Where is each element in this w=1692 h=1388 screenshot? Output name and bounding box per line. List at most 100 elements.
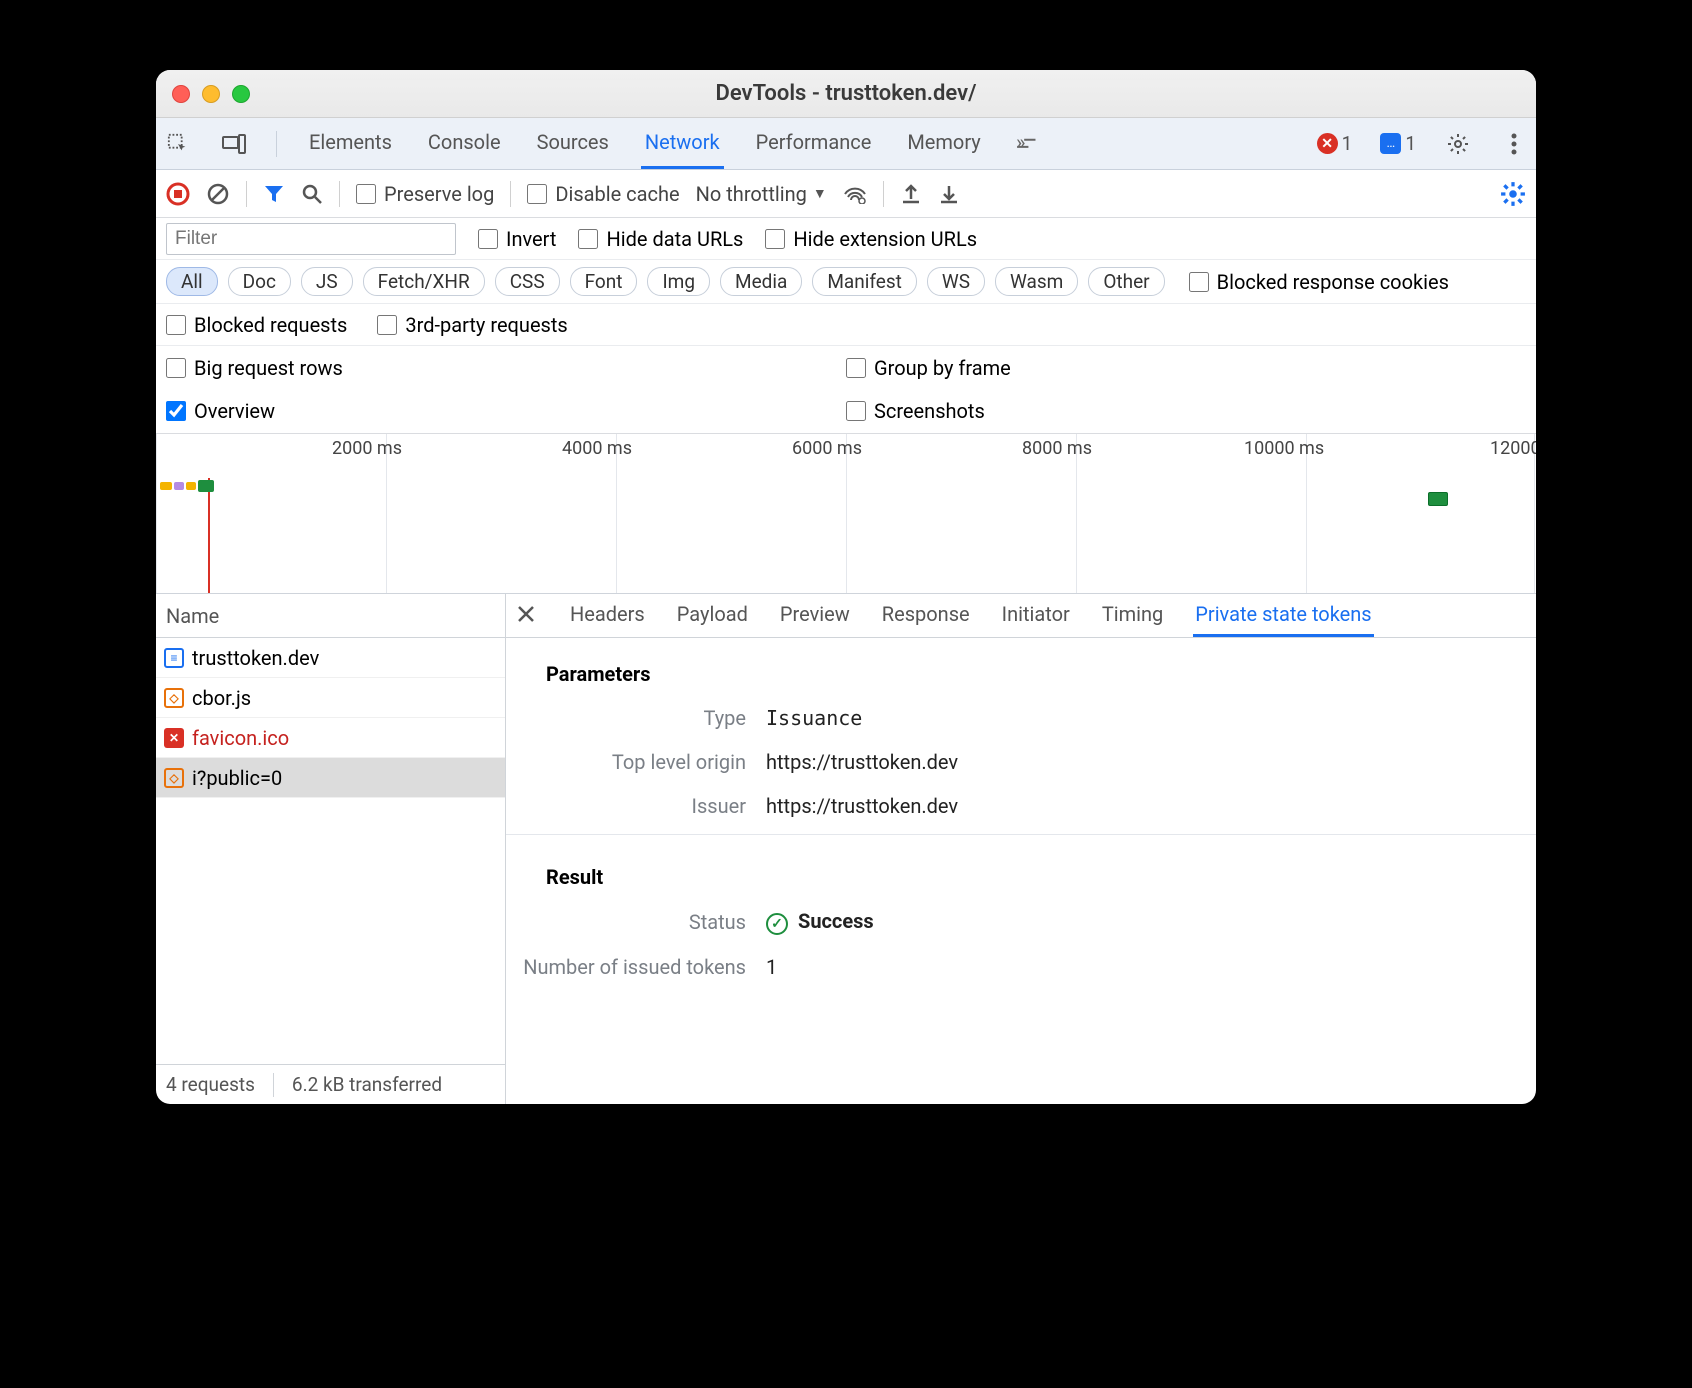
big-request-rows-checkbox[interactable]: Big request rows (166, 356, 846, 380)
request-detail-pane: Headers Payload Preview Response Initiat… (506, 594, 1536, 1104)
detail-tab-preview[interactable]: Preview (778, 594, 852, 637)
tab-memory[interactable]: Memory (903, 118, 984, 169)
throttling-select[interactable]: No throttling▼ (696, 182, 827, 206)
network-toolbar: Preserve log Disable cache No throttling… (156, 170, 1536, 218)
detail-tab-bar: Headers Payload Preview Response Initiat… (506, 594, 1536, 638)
status-bar: 4 requests 6.2 kB transferred (156, 1064, 505, 1104)
detail-tab-initiator[interactable]: Initiator (1000, 594, 1072, 637)
error-icon: ✕ (1317, 133, 1338, 154)
result-token-count-row: Number of issued tokens 1 (506, 945, 1536, 989)
message-icon: … (1380, 133, 1401, 154)
detail-tab-response[interactable]: Response (880, 594, 972, 637)
script-icon: ◇ (164, 768, 184, 788)
result-status-label: Status (506, 910, 766, 934)
detail-tab-private-state-tokens[interactable]: Private state tokens (1193, 594, 1373, 637)
filter-input[interactable] (166, 223, 456, 255)
device-toolbar-icon[interactable] (220, 130, 248, 158)
blocked-filters-row: Blocked requests 3rd-party requests (156, 304, 1536, 346)
panel-tab-bar: Elements Console Sources Network Perform… (156, 118, 1536, 170)
param-top-level-origin-row: Top level origin https://trusttoken.dev (506, 740, 1536, 784)
timeline-bar (1428, 492, 1448, 506)
export-har-icon[interactable] (900, 183, 922, 205)
tab-network[interactable]: Network (641, 118, 724, 169)
request-name: cbor.js (192, 686, 251, 710)
tab-performance[interactable]: Performance (752, 118, 876, 169)
devtools-window: DevTools - trusttoken.dev/ Elements Cons… (156, 70, 1536, 1104)
result-status-row: Status ✓Success (506, 899, 1536, 945)
chip-css[interactable]: CSS (495, 267, 560, 296)
timeline-bar (174, 482, 184, 490)
param-type-row: Type Issuance (506, 696, 1536, 740)
detail-tab-payload[interactable]: Payload (675, 594, 750, 637)
disable-cache-checkbox[interactable]: Disable cache (527, 182, 679, 206)
import-har-icon[interactable] (938, 183, 960, 205)
tab-sources[interactable]: Sources (533, 118, 613, 169)
timeline-tick: 2000 ms (332, 438, 402, 459)
network-conditions-icon[interactable] (843, 184, 867, 204)
request-row[interactable]: ◇ cbor.js (156, 678, 505, 718)
detail-tab-headers[interactable]: Headers (568, 594, 647, 637)
name-column-header[interactable]: Name (156, 594, 505, 638)
request-name: trusttoken.dev (192, 646, 319, 670)
request-name: favicon.ico (192, 726, 289, 750)
chip-manifest[interactable]: Manifest (812, 267, 917, 296)
param-type-value: Issuance (766, 706, 862, 730)
timeline-tick: 10000 ms (1244, 438, 1324, 459)
timeline-load-marker (208, 478, 210, 593)
window-title: DevTools - trusttoken.dev/ (156, 81, 1536, 106)
request-count: 4 requests (166, 1073, 255, 1096)
screenshots-checkbox[interactable]: Screenshots (846, 399, 1526, 423)
chip-img[interactable]: Img (647, 267, 710, 296)
hide-extension-urls-checkbox[interactable]: Hide extension URLs (765, 227, 977, 251)
chip-media[interactable]: Media (720, 267, 802, 296)
chip-doc[interactable]: Doc (228, 267, 291, 296)
overview-checkbox[interactable]: Overview (166, 399, 846, 423)
blocked-cookies-checkbox[interactable]: Blocked response cookies (1189, 270, 1449, 294)
network-main: Name ≡ trusttoken.dev ◇ cbor.js ✕ favico… (156, 594, 1536, 1104)
error-icon: ✕ (164, 728, 184, 748)
hide-data-urls-checkbox[interactable]: Hide data URLs (578, 227, 743, 251)
param-issuer-value: https://trusttoken.dev (766, 794, 958, 818)
chip-fetch-xhr[interactable]: Fetch/XHR (363, 267, 485, 296)
timeline-overview[interactable]: 2000 ms 4000 ms 6000 ms 8000 ms 10000 ms… (156, 434, 1536, 594)
invert-checkbox[interactable]: Invert (478, 227, 556, 251)
detail-tab-timing[interactable]: Timing (1100, 594, 1165, 637)
record-button[interactable] (166, 182, 190, 206)
error-count: 1 (1342, 132, 1353, 155)
inspect-element-icon[interactable] (164, 130, 192, 158)
tab-console[interactable]: Console (424, 118, 505, 169)
chip-ws[interactable]: WS (927, 267, 985, 296)
more-tabs-icon[interactable]: » (1013, 130, 1041, 158)
param-type-label: Type (506, 706, 766, 730)
request-row[interactable]: ◇ i?public=0 (156, 758, 505, 798)
error-count-badge[interactable]: ✕ 1 (1317, 132, 1353, 155)
clear-button[interactable] (206, 182, 230, 206)
request-list-pane: Name ≡ trusttoken.dev ◇ cbor.js ✕ favico… (156, 594, 506, 1104)
tab-elements[interactable]: Elements (305, 118, 396, 169)
timeline-tick: 4000 ms (562, 438, 632, 459)
filter-icon[interactable] (263, 183, 285, 205)
settings-gear-icon[interactable] (1444, 130, 1472, 158)
result-status-value: ✓Success (766, 909, 874, 935)
param-tlo-value: https://trusttoken.dev (766, 750, 958, 774)
network-options: Big request rows Group by frame Overview… (156, 346, 1536, 434)
kebab-menu-icon[interactable] (1500, 130, 1528, 158)
request-row[interactable]: ✕ favicon.ico (156, 718, 505, 758)
search-icon[interactable] (301, 183, 323, 205)
chip-other[interactable]: Other (1088, 267, 1164, 296)
third-party-checkbox[interactable]: 3rd-party requests (377, 313, 567, 337)
svg-text:»: » (1016, 137, 1025, 151)
group-by-frame-checkbox[interactable]: Group by frame (846, 356, 1526, 380)
transferred-size: 6.2 kB transferred (292, 1073, 442, 1096)
chip-all[interactable]: All (166, 267, 218, 296)
close-detail-icon[interactable] (516, 604, 540, 628)
chip-wasm[interactable]: Wasm (995, 267, 1078, 296)
message-count-badge[interactable]: … 1 (1380, 132, 1416, 155)
chip-js[interactable]: JS (301, 267, 353, 296)
request-row[interactable]: ≡ trusttoken.dev (156, 638, 505, 678)
chip-font[interactable]: Font (570, 267, 638, 296)
request-name: i?public=0 (192, 766, 282, 790)
network-settings-gear-icon[interactable] (1500, 181, 1526, 207)
blocked-requests-checkbox[interactable]: Blocked requests (166, 313, 347, 337)
preserve-log-checkbox[interactable]: Preserve log (356, 182, 494, 206)
